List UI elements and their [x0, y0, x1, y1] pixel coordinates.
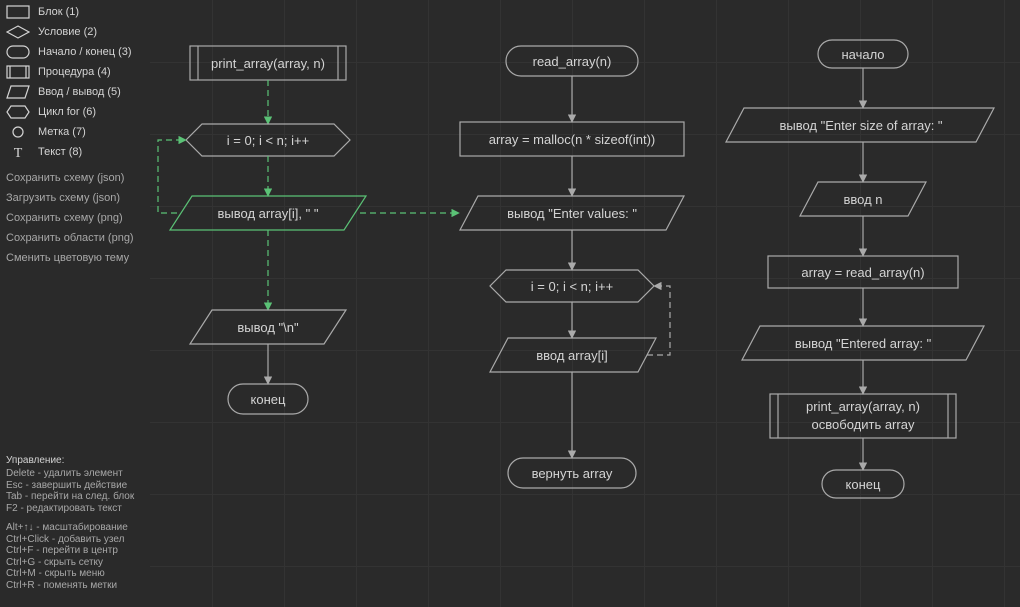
node-read-loop[interactable]: i = 0; i < n; i++ [490, 270, 654, 302]
node-enter-values[interactable]: вывод "Enter values: " [460, 196, 684, 230]
node-text: print_array(array, n) [211, 56, 325, 71]
help-heading: Управление: [6, 455, 144, 467]
help-line: Tab - перейти на след. блок [6, 491, 144, 503]
node-read-array-start[interactable]: read_array(n) [506, 46, 638, 76]
palette-label: Текст (8) [38, 146, 82, 158]
palette-label: Начало / конец (3) [38, 46, 132, 58]
node-input-n[interactable]: ввод n [800, 182, 926, 216]
help-line: Ctrl+M - скрыть меню [6, 568, 144, 580]
node-text: вернуть array [532, 466, 613, 481]
help-line: Ctrl+Click - добавить узел [6, 534, 144, 546]
node-text: конец [251, 392, 286, 407]
palette-label: Условие (2) [38, 26, 97, 38]
node-text: ввод n [843, 192, 882, 207]
toggle-theme-button[interactable]: Сменить цветовую тему [6, 252, 144, 264]
palette-text[interactable]: T Текст (8) [4, 144, 146, 160]
terminator-icon [6, 45, 30, 59]
node-text: i = 0; i < n; i++ [531, 279, 613, 294]
node-print-array-loop[interactable]: i = 0; i < n; i++ [186, 124, 350, 156]
loop-icon [6, 105, 30, 119]
canvas[interactable]: print_array(array, n) i = 0; i < n; i++ … [150, 0, 1020, 607]
palette-block[interactable]: Блок (1) [4, 4, 146, 20]
node-text: array = malloc(n * sizeof(int)) [489, 132, 656, 147]
node-assign-array[interactable]: array = read_array(n) [768, 256, 958, 288]
procedure-icon [6, 65, 30, 79]
palette-label: Цикл for (6) [38, 106, 96, 118]
node-text-line1: print_array(array, n) [806, 399, 920, 414]
node-print-array-output-item[interactable]: вывод array[i], " " [170, 196, 366, 230]
help-line: Ctrl+F - перейти в центр [6, 545, 144, 557]
node-text: array = read_array(n) [801, 265, 924, 280]
help-line: Alt+↑↓ - масштабирование [6, 522, 144, 534]
shape-palette: Блок (1) Условие (2) Начало / конец (3) … [0, 0, 150, 168]
help-line: Ctrl+R - поменять метки [6, 580, 144, 592]
node-text: вывод "\n" [237, 320, 299, 335]
node-text: read_array(n) [533, 54, 612, 69]
palette-io[interactable]: Ввод / вывод (5) [4, 84, 146, 100]
palette-procedure[interactable]: Процедура (4) [4, 64, 146, 80]
node-text-line2: освободить array [812, 417, 915, 432]
node-return-array[interactable]: вернуть array [508, 458, 636, 488]
block-icon [6, 5, 30, 19]
palette-condition[interactable]: Условие (2) [4, 24, 146, 40]
node-prompt-size[interactable]: вывод "Enter size of array: " [726, 108, 994, 142]
palette-label[interactable]: Метка (7) [4, 124, 146, 140]
palette-label: Метка (7) [38, 126, 86, 138]
node-main-start[interactable]: начало [818, 40, 908, 68]
load-json-button[interactable]: Загрузить схему (json) [6, 192, 144, 204]
edge-loopback[interactable] [647, 286, 670, 355]
palette-loop[interactable]: Цикл for (6) [4, 104, 146, 120]
save-regions-png-button[interactable]: Сохранить области (png) [6, 232, 144, 244]
node-text: i = 0; i < n; i++ [227, 133, 309, 148]
edge-loopback[interactable] [158, 140, 186, 213]
node-print-end[interactable]: конец [228, 384, 308, 414]
text-icon: T [6, 145, 30, 159]
node-text: вывод "Entered array: " [795, 336, 932, 351]
node-print-newline[interactable]: вывод "\n" [190, 310, 346, 344]
help-line: Delete - удалить элемент [6, 468, 144, 480]
save-png-button[interactable]: Сохранить схему (png) [6, 212, 144, 224]
node-text: начало [841, 47, 884, 62]
sidebar: Блок (1) Условие (2) Начало / конец (3) … [0, 0, 150, 607]
palette-label: Блок (1) [38, 6, 79, 18]
palette-terminator[interactable]: Начало / конец (3) [4, 44, 146, 60]
node-main-end[interactable]: конец [822, 470, 904, 498]
dot-icon [6, 125, 30, 139]
help-line: F2 - редактировать текст [6, 503, 144, 515]
node-print-and-free[interactable]: print_array(array, n) освободить array [770, 394, 956, 438]
io-icon [6, 85, 30, 99]
node-text: вывод "Enter size of array: " [779, 118, 942, 133]
node-text: ввод array[i] [536, 348, 608, 363]
node-text: вывод "Enter values: " [507, 206, 637, 221]
help-line: Esc - завершить действие [6, 480, 144, 492]
node-text: конец [846, 477, 881, 492]
node-print-array-proc[interactable]: print_array(array, n) [190, 46, 346, 80]
help-line: Ctrl+G - скрыть сетку [6, 557, 144, 569]
save-json-button[interactable]: Сохранить схему (json) [6, 172, 144, 184]
action-list: Сохранить схему (json) Загрузить схему (… [0, 168, 150, 272]
svg-text:T: T [14, 146, 23, 159]
help-panel: Управление: Delete - удалить элемент Esc… [0, 451, 150, 607]
node-text: вывод array[i], " " [218, 206, 319, 221]
node-print-entered[interactable]: вывод "Entered array: " [742, 326, 984, 360]
flowchart-svg: print_array(array, n) i = 0; i < n; i++ … [150, 0, 1020, 607]
diamond-icon [6, 25, 30, 39]
palette-label: Ввод / вывод (5) [38, 86, 121, 98]
node-input-item[interactable]: ввод array[i] [490, 338, 656, 372]
node-malloc[interactable]: array = malloc(n * sizeof(int)) [460, 122, 684, 156]
palette-label: Процедура (4) [38, 66, 111, 78]
